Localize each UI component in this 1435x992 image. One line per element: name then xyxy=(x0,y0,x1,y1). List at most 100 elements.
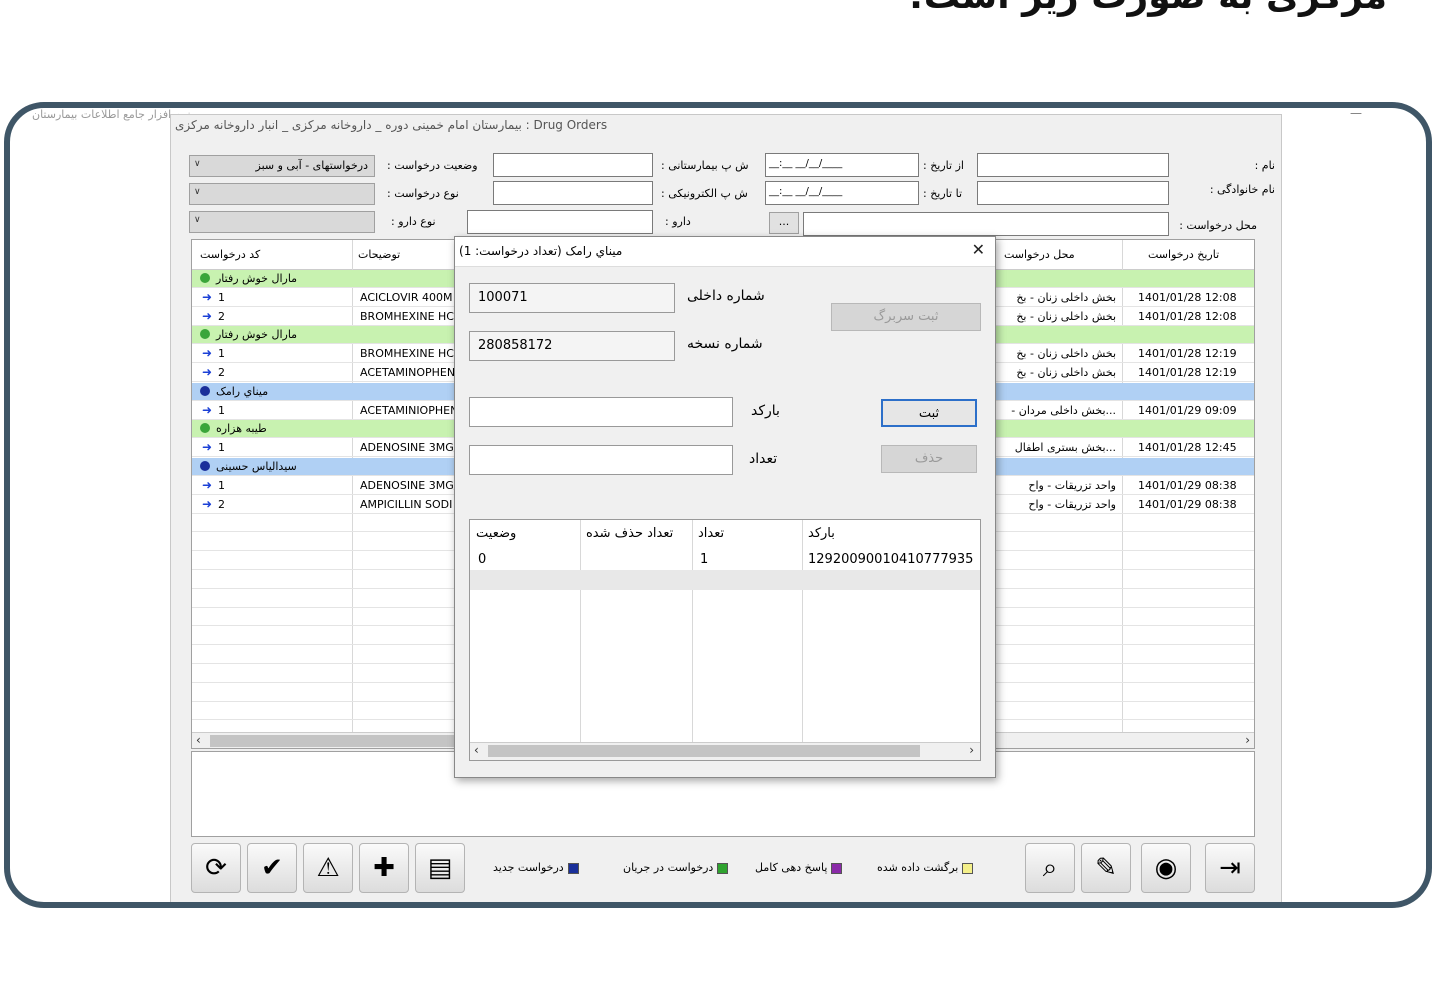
medicine-icon[interactable]: ✚ xyxy=(359,843,409,893)
scroll-right-icon[interactable]: › xyxy=(1245,733,1250,747)
eye-icon[interactable]: ◉ xyxy=(1141,843,1191,893)
background-app-title: نرم افزار جامع اطلاعات بیمارستان xyxy=(32,108,191,121)
table-cell-barcode[interactable]: 12920090010410777935 xyxy=(808,552,973,567)
internal-no-label: شماره داخلی xyxy=(687,288,765,304)
order-number: 1 xyxy=(218,478,225,492)
status-select[interactable]: درخواستهای - آبی و سبز ∨ xyxy=(189,155,375,177)
legend-label: درخواست جدید xyxy=(493,861,564,874)
quantity-input[interactable] xyxy=(469,445,733,475)
close-icon[interactable]: ✕ xyxy=(972,240,985,259)
patient-name: مارال خوش رفتار xyxy=(216,328,298,342)
table-cell-status[interactable]: 0 xyxy=(478,552,486,567)
dialog-title: میناي رامک (تعداد درخواست: 1) xyxy=(459,244,623,258)
prescription-no-label: شماره نسخه xyxy=(687,336,763,352)
save-header-button[interactable]: ثبت سربرگ xyxy=(831,303,981,331)
arrow-right-icon: ➜ xyxy=(202,308,213,323)
table-cell-qty[interactable]: 1 xyxy=(700,552,708,567)
order-location: بخش داخلی زنان - بخ xyxy=(1016,366,1116,379)
hospital-no-input[interactable] xyxy=(493,153,653,177)
chevron-down-icon: ∨ xyxy=(194,215,201,225)
window-title: Drug Orders : بیمارستان امام خمینی دوره … xyxy=(175,118,608,132)
exit-icon[interactable]: ⇥ xyxy=(1205,843,1255,893)
drug-type-select[interactable]: ∨ xyxy=(189,211,375,233)
warning-icon[interactable]: ⚠ xyxy=(303,843,353,893)
scrollbar-thumb[interactable] xyxy=(488,745,920,757)
save-button[interactable]: ثبت xyxy=(881,399,977,427)
column-header-code[interactable]: کد درخواست xyxy=(200,248,260,261)
column-header-location[interactable]: محل درخواست xyxy=(1004,248,1075,261)
order-location: ...بخش بستری اطفال xyxy=(1014,441,1116,455)
status-dot-icon xyxy=(200,385,210,396)
browse-button[interactable]: ... xyxy=(769,212,799,234)
name-label: نام : xyxy=(1254,159,1275,172)
scroll-left-icon[interactable]: ‹ xyxy=(196,733,201,747)
barcode-table: وضعیت تعداد حذف شده تعداد بارکد 0 1 1292… xyxy=(469,519,981,761)
column-divider xyxy=(580,520,581,742)
family-input[interactable] xyxy=(977,181,1169,205)
column-divider xyxy=(692,520,693,742)
user-check-icon[interactable]: ✔ xyxy=(247,843,297,893)
hospital-no-label: ش پ بیمارستانی : xyxy=(661,159,749,172)
legend-new: درخواست جدید xyxy=(493,861,579,874)
internal-no-field: 100071 xyxy=(469,283,675,313)
request-type-select[interactable]: ∨ xyxy=(189,183,375,205)
chevron-down-icon: ∨ xyxy=(194,159,201,169)
order-description: ACETAMINIOPHEN xyxy=(360,403,459,417)
notes-icon[interactable]: ✎ xyxy=(1081,843,1131,893)
order-date: 1401/01/29 08:38 xyxy=(1138,497,1237,511)
column-header-description[interactable]: توضیحات xyxy=(358,248,400,261)
chevron-down-icon: ∨ xyxy=(194,187,201,197)
minimize-icon[interactable]: — xyxy=(1350,108,1362,120)
location-input[interactable] xyxy=(803,212,1169,236)
order-date: 1401/01/29 08:38 xyxy=(1138,478,1237,492)
legend-swatch xyxy=(717,862,729,874)
table-header-status[interactable]: وضعیت xyxy=(476,526,516,541)
order-location: بخش داخلی زنان - بخ xyxy=(1016,290,1116,304)
from-date-label: از تاریخ : xyxy=(923,159,964,172)
drug-input[interactable] xyxy=(467,210,653,234)
to-date-input[interactable]: __:__ __/__/____ xyxy=(765,181,919,205)
arrow-right-icon: ➜ xyxy=(202,496,213,511)
order-number: 1 xyxy=(218,441,225,455)
order-number: 2 xyxy=(218,497,225,511)
search-icon[interactable]: ⌕ xyxy=(1025,843,1075,893)
barcode-label: بارکد xyxy=(751,403,780,419)
order-location: ...بخش داخلی مردان - xyxy=(1011,403,1116,417)
column-header-date[interactable]: تاریخ درخواست xyxy=(1148,248,1219,261)
legend-label: برگشت داده شده xyxy=(877,861,959,874)
scroll-left-icon[interactable]: ‹ xyxy=(474,743,479,757)
legend-swatch xyxy=(831,862,843,874)
order-number: 2 xyxy=(218,366,225,379)
table-header-barcode[interactable]: بارکد xyxy=(808,526,835,541)
selected-empty-row[interactable] xyxy=(470,570,980,590)
order-date: 1401/01/28 12:45 xyxy=(1138,441,1237,455)
order-number: 2 xyxy=(218,309,225,323)
status-label: وضعیت درخواست : xyxy=(387,159,478,172)
delete-button[interactable]: حذف xyxy=(881,445,977,473)
arrow-right-icon: ➜ xyxy=(202,289,213,304)
legend-returned: برگشت داده شده xyxy=(877,861,974,874)
folder-icon[interactable]: ▤ xyxy=(415,843,465,893)
order-description: BROMHEXINE HCL xyxy=(360,309,461,323)
drug-type-label: نوع دارو : xyxy=(391,215,436,228)
electronic-no-input[interactable] xyxy=(493,181,653,205)
order-description: BROMHEXINE HCL xyxy=(360,347,461,361)
order-location: بخش داخلی زنان - بخ xyxy=(1016,347,1116,361)
order-date: 1401/01/28 12:19 xyxy=(1138,347,1237,361)
request-type-label: نوع درخواست : xyxy=(387,187,459,200)
from-date-input[interactable]: __:__ __/__/____ xyxy=(765,153,919,177)
table-header-qty[interactable]: تعداد xyxy=(698,526,724,541)
refresh-icon[interactable]: ⟳ xyxy=(191,843,241,893)
status-dot-icon xyxy=(200,273,210,283)
table-horizontal-scrollbar[interactable]: ‹ › xyxy=(470,742,980,760)
table-header-deleted[interactable]: تعداد حذف شده xyxy=(586,526,673,541)
quantity-label: تعداد xyxy=(749,451,778,467)
electronic-no-label: ش پ الکترونیکی : xyxy=(661,187,748,200)
legend-label: پاسخ دهی کامل xyxy=(755,861,828,874)
to-date-label: تا تاریخ : xyxy=(923,187,962,200)
name-input[interactable] xyxy=(977,153,1169,177)
dialog-titlebar: میناي رامک (تعداد درخواست: 1) ✕ xyxy=(455,237,995,267)
barcode-input[interactable] xyxy=(469,397,733,427)
scroll-right-icon[interactable]: › xyxy=(969,743,974,757)
order-date: 1401/01/29 09:09 xyxy=(1138,403,1237,417)
